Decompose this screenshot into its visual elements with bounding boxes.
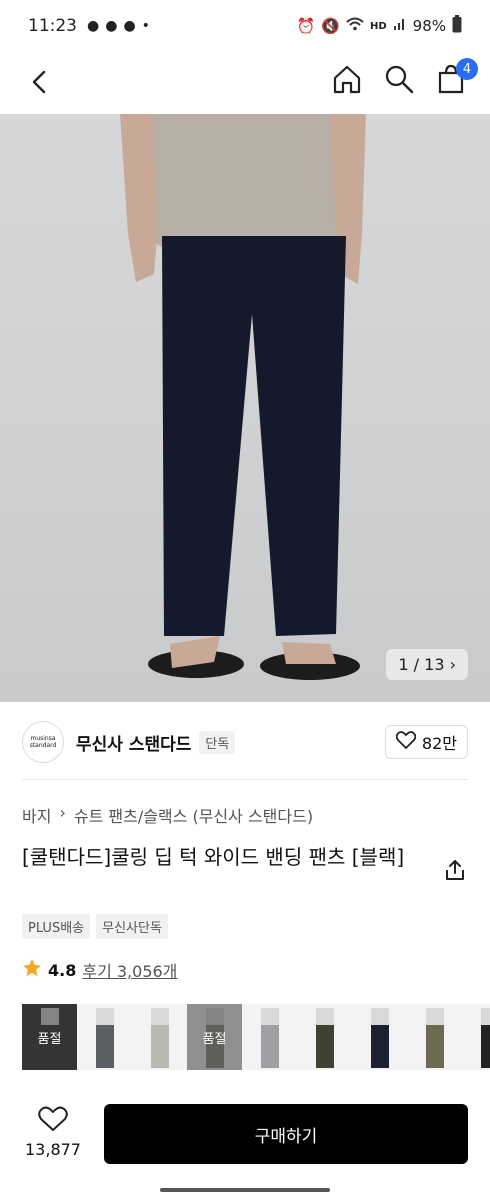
status-time: 11:23 [28,16,77,36]
brand-logo-line2: standard [29,742,57,749]
cart-icon[interactable]: 4 [434,58,478,96]
status-bar: 11:23 ● ● ● • ⏰ 🔇 HD 98% [0,0,490,52]
wishlist-heart-icon [38,1106,68,1136]
home-icon[interactable] [330,62,364,96]
bottom-bar: 13,877 구매하기 [0,1092,490,1200]
tag-plus-delivery: PLUS배송 [22,914,91,939]
product-image[interactable]: 1 / 13 › [0,114,490,702]
hd-voice-icon: HD [369,20,387,32]
talk-icon: ● [105,18,118,34]
heart-icon [395,731,417,753]
status-right: ⏰ 🔇 HD 98% [297,15,462,37]
brand-logo-line1: musinsa [30,734,56,742]
back-icon[interactable] [26,68,54,96]
color-thumbnail[interactable] [77,1004,132,1070]
thumbnail-model [315,1008,334,1068]
product-photo [120,114,366,680]
top-nav: 4 [0,52,490,114]
nav-actions: 4 [330,58,478,96]
signal-icon [393,17,407,35]
thumbnail-model [370,1008,389,1068]
brand-row: musinsa standard 무신사 스탠다드 단독 82만 [22,718,468,766]
wishlist-count: 13,877 [25,1140,81,1159]
sold-out-label: 품절 [22,1004,77,1070]
battery-level: 98% [412,17,446,35]
image-counter[interactable]: 1 / 13 › [386,649,468,680]
color-thumbnail[interactable] [297,1004,352,1070]
breadcrumb-subcategory[interactable]: 슈트 팬츠/슬랙스 (무신사 스탠다드) [74,803,313,827]
wifi-icon [346,17,364,35]
thumbnail-model [260,1008,279,1068]
color-thumbnail[interactable] [407,1004,462,1070]
brand-exclusive-tag: 단독 [199,730,236,754]
wishlist-button[interactable]: 13,877 [22,1106,84,1159]
mute-icon: 🔇 [321,17,340,35]
divider [22,779,468,780]
battery-icon [452,15,462,37]
search-icon[interactable] [382,62,416,96]
thumbnail-model [95,1008,114,1068]
thumbnail-model [425,1008,444,1068]
home-indicator [160,1188,330,1192]
rating-row: 4.8 후기 3,056개 [22,958,177,982]
tag-exclusive: 무신사단독 [96,914,168,939]
brand-logo[interactable]: musinsa standard [22,721,64,763]
color-thumbnail[interactable] [462,1004,490,1070]
color-thumbnail[interactable] [242,1004,297,1070]
breadcrumb-category[interactable]: 바지 [22,803,51,827]
notification-icon: ● [87,18,100,34]
sold-out-label: 품절 [187,1004,242,1070]
share-icon[interactable] [443,858,467,882]
brand-name[interactable]: 무신사 스탠다드 [76,730,191,755]
product-title: [쿨탠다드]쿨링 딥 턱 와이드 밴딩 팬츠 [블랙] [22,845,405,869]
buy-button[interactable]: 구매하기 [104,1104,468,1164]
color-thumbnail[interactable]: 품절 [187,1004,242,1070]
product-tags: PLUS배송 무신사단독 [22,914,168,939]
thumbnail-model [150,1008,169,1068]
dot-icon: • [141,18,150,34]
thumbnail-model [480,1008,490,1068]
breadcrumb: 바지 › 슈트 팬츠/슬랙스 (무신사 스탠다드) [22,803,313,827]
color-thumbnails: 품절 품절 [22,1004,490,1070]
cart-count-badge: 4 [456,58,478,80]
breadcrumb-separator: › [59,803,66,822]
color-thumbnail[interactable] [132,1004,187,1070]
facebook-icon: ● [123,18,136,34]
alarm-icon: ⏰ [296,17,316,35]
color-thumbnail[interactable]: 품절 [22,1004,77,1070]
star-icon [22,958,42,982]
brand-like-button[interactable]: 82만 [384,725,468,759]
review-link[interactable]: 후기 3,056개 [82,958,177,982]
color-thumbnail[interactable] [352,1004,407,1070]
rating-score: 4.8 [48,960,77,980]
brand-like-count: 82만 [421,734,457,753]
